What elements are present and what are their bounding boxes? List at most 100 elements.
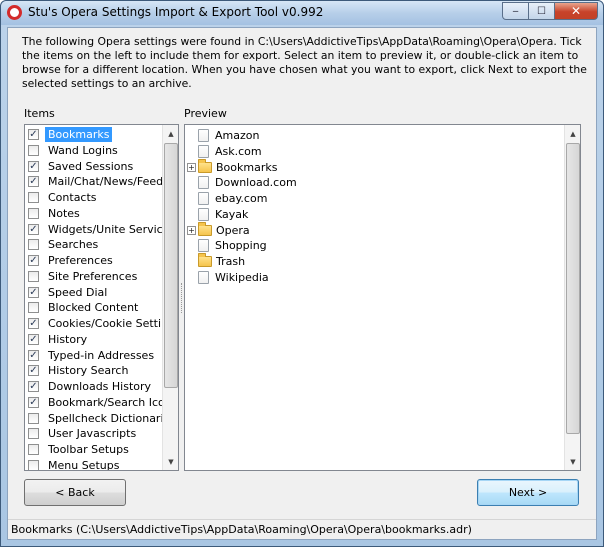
item-row[interactable]: ✓ Typed-in Addresses: [27, 348, 177, 363]
item-label: Bookmarks: [45, 127, 113, 142]
checkbox-unchecked[interactable]: [28, 239, 39, 251]
checkbox-checked[interactable]: ✓: [28, 318, 39, 329]
item-row[interactable]: ✓ Bookmarks: [27, 127, 177, 142]
item-row[interactable]: ✓ Saved Sessions: [27, 159, 177, 174]
tree-node[interactable]: ebay.com: [187, 191, 267, 206]
checkbox-unchecked[interactable]: [28, 192, 39, 203]
item-row[interactable]: ✓ History Search: [27, 363, 177, 378]
tree-node-label: Wikipedia: [215, 270, 269, 284]
preview-scroll-up-arrow-icon[interactable]: ▲: [565, 125, 580, 142]
tree-node-label: Bookmarks: [216, 160, 278, 174]
checkbox-checked[interactable]: ✓: [28, 381, 39, 392]
preview-label: Preview: [184, 107, 227, 120]
intro-text: The following Opera settings were found …: [22, 35, 587, 90]
item-label: Bookmark/Search Icons: [48, 395, 178, 409]
checkbox-checked[interactable]: ✓: [28, 396, 39, 408]
checkbox-checked[interactable]: ✓: [28, 176, 39, 188]
preview-scrollbar[interactable]: ▲ ▼: [564, 125, 580, 470]
item-row[interactable]: ✓ History: [27, 332, 177, 347]
tree-node[interactable]: + Bookmarks: [187, 158, 278, 175]
tree-node-label: Amazon: [215, 129, 260, 142]
checkbox-checked[interactable]: ✓: [28, 160, 39, 172]
client-area: The following Opera settings were found …: [7, 27, 597, 540]
checkbox-checked[interactable]: ✓: [28, 129, 39, 140]
preview-scroll-thumb[interactable]: [566, 143, 580, 434]
back-button[interactable]: < Back: [24, 479, 126, 506]
item-label: Wand Logins: [48, 143, 118, 157]
items-scroll-thumb[interactable]: [164, 143, 178, 388]
checkbox-checked[interactable]: ✓: [28, 349, 39, 361]
item-label: User Javascripts: [48, 427, 137, 441]
item-row[interactable]: Spellcheck Dictionaries: [27, 411, 177, 426]
checkbox-checked[interactable]: ✓: [28, 255, 39, 266]
expand-plus-icon[interactable]: +: [187, 225, 196, 235]
checkbox-unchecked[interactable]: [28, 459, 39, 470]
checkbox-unchecked[interactable]: [28, 444, 39, 455]
item-row[interactable]: Notes: [27, 206, 177, 221]
item-label: Downloads History: [48, 380, 152, 393]
item-label: Searches: [48, 238, 99, 252]
checkbox-unchecked[interactable]: [28, 428, 39, 440]
tree-node[interactable]: Kayak: [187, 207, 248, 222]
item-label: Preferences: [48, 254, 113, 267]
tree-node[interactable]: Ask.com: [187, 144, 262, 159]
checkbox-checked[interactable]: ✓: [28, 223, 39, 235]
checkbox-checked[interactable]: ✓: [28, 365, 39, 377]
checkbox-unchecked[interactable]: [28, 412, 39, 424]
tree-node-label: Kayak: [215, 207, 249, 221]
scroll-up-arrow-icon[interactable]: ▲: [163, 125, 178, 142]
checkbox-unchecked[interactable]: [28, 302, 39, 314]
items-list[interactable]: Menu Setups Toolbar Setups User Javascript…: [24, 124, 179, 471]
tree-node-label: ebay.com: [215, 192, 268, 205]
tree-node[interactable]: + Opera: [187, 221, 250, 238]
item-label: Saved Sessions: [48, 159, 134, 173]
folder-icon: [198, 253, 212, 267]
preview-tree[interactable]: Wikipedia Trash Shopping + Opera Kayak ebay.co…: [184, 124, 581, 471]
item-row[interactable]: ✓ Speed Dial: [27, 285, 177, 300]
item-row[interactable]: ✓ Bookmark/Search Icons: [27, 395, 177, 410]
tree-node-label: Trash: [216, 255, 246, 268]
checkbox-checked[interactable]: ✓: [28, 333, 39, 345]
maximize-button[interactable]: ☐: [528, 2, 555, 20]
item-row[interactable]: ✓ Cookies/Cookie Settings: [27, 316, 178, 331]
item-row[interactable]: Contacts: [27, 190, 177, 205]
item-row[interactable]: User Javascripts: [27, 426, 177, 441]
item-row[interactable]: ✓ Mail/Chat/News/Feeds: [27, 174, 177, 189]
window-title: Stu's Opera Settings Import & Export Too…: [28, 5, 324, 19]
folder-icon: [198, 221, 212, 236]
item-row[interactable]: ✓ Preferences: [27, 253, 177, 268]
tree-node-label: Download.com: [215, 176, 297, 190]
item-row[interactable]: Blocked Content: [27, 300, 177, 315]
close-button[interactable]: ✕: [554, 2, 598, 20]
checkbox-unchecked[interactable]: [28, 144, 39, 156]
item-row[interactable]: Wand Logins: [27, 143, 177, 158]
tree-node[interactable]: Trash: [187, 253, 246, 269]
item-row[interactable]: Menu Setups: [27, 458, 177, 470]
item-row[interactable]: ✓ Widgets/Unite Services: [27, 222, 177, 237]
bookmark-page-icon: [198, 129, 209, 142]
title-bar[interactable]: Stu's Opera Settings Import & Export Too…: [1, 1, 603, 25]
bookmark-page-icon: [198, 192, 209, 205]
checkbox-checked[interactable]: ✓: [28, 286, 39, 298]
tree-node-label: Opera: [216, 223, 250, 237]
item-label: History Search: [48, 364, 129, 378]
next-button[interactable]: Next >: [477, 479, 579, 506]
scroll-down-arrow-icon[interactable]: ▼: [163, 453, 178, 470]
checkbox-unchecked[interactable]: [28, 270, 39, 282]
preview-scroll-down-arrow-icon[interactable]: ▼: [565, 453, 580, 470]
item-label: History: [48, 332, 88, 346]
item-label: Typed-in Addresses: [48, 348, 155, 362]
tree-node[interactable]: Amazon: [187, 128, 259, 143]
minimize-button[interactable]: ‒: [502, 2, 529, 20]
expand-plus-icon[interactable]: +: [187, 162, 196, 172]
tree-node[interactable]: Shopping: [187, 238, 267, 253]
item-row[interactable]: Site Preferences: [27, 269, 177, 284]
tree-node[interactable]: Download.com: [187, 175, 297, 190]
item-row[interactable]: Toolbar Setups: [27, 442, 177, 457]
checkbox-unchecked[interactable]: [28, 207, 39, 219]
opera-app-icon: [7, 5, 22, 20]
tree-node[interactable]: Wikipedia: [187, 270, 269, 285]
items-scrollbar[interactable]: ▲ ▼: [162, 125, 178, 470]
item-row[interactable]: Searches: [27, 237, 177, 252]
item-row[interactable]: ✓ Downloads History: [27, 379, 177, 394]
